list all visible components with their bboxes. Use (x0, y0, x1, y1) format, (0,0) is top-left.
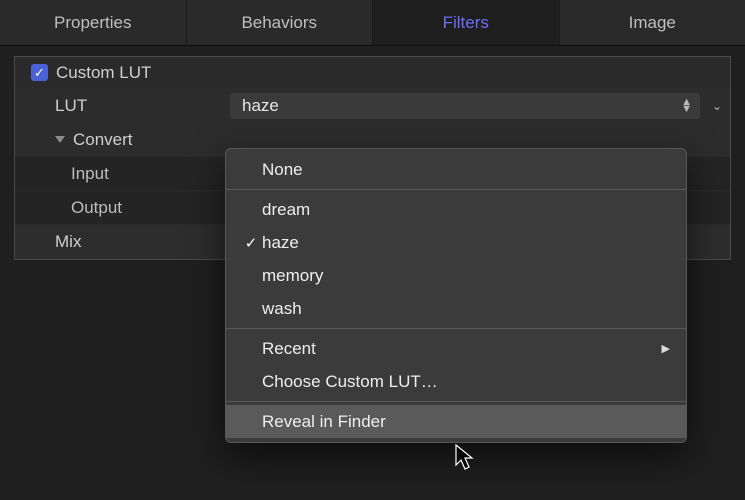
tab-label: Image (629, 13, 676, 33)
menu-item-dream[interactable]: dream (226, 193, 686, 226)
menu-item-label: memory (262, 266, 323, 286)
menu-separator (226, 401, 686, 402)
filter-header-row: ✓ Custom LUT (15, 57, 730, 89)
menu-item-label: Choose Custom LUT… (262, 372, 438, 392)
tab-properties[interactable]: Properties (0, 0, 187, 45)
input-label: Input (71, 164, 109, 184)
menu-item-label: haze (262, 233, 299, 253)
tab-label: Behaviors (241, 13, 317, 33)
lut-dropdown[interactable]: haze ▲▼ (230, 93, 700, 119)
menu-item-recent[interactable]: Recent (226, 332, 686, 365)
tab-label: Properties (54, 13, 131, 33)
tab-image[interactable]: Image (560, 0, 745, 45)
menu-item-label: wash (262, 299, 302, 319)
chevron-down-icon[interactable]: ⌄ (704, 99, 730, 113)
menu-separator (226, 328, 686, 329)
menu-item-label: Recent (262, 339, 316, 359)
tab-behaviors[interactable]: Behaviors (187, 0, 374, 45)
menu-item-haze[interactable]: ✓ haze (226, 226, 686, 259)
cursor-icon (455, 444, 477, 472)
enable-checkbox[interactable]: ✓ (31, 64, 48, 81)
menu-item-none[interactable]: None (226, 153, 686, 186)
menu-item-reveal-in-finder[interactable]: Reveal in Finder (226, 405, 686, 438)
disclosure-down-icon[interactable] (55, 136, 65, 143)
menu-item-choose-lut[interactable]: Choose Custom LUT… (226, 365, 686, 398)
lut-row: LUT haze ▲▼ ⌄ (15, 89, 730, 123)
inspector-tabs: Properties Behaviors Filters Image (0, 0, 745, 46)
tab-label: Filters (443, 13, 489, 33)
menu-item-wash[interactable]: wash (226, 292, 686, 325)
menu-item-label: None (262, 160, 303, 180)
filter-title: Custom LUT (56, 63, 151, 83)
mix-label: Mix (55, 232, 81, 252)
convert-label: Convert (73, 130, 133, 150)
check-icon: ✓ (240, 234, 262, 252)
output-label: Output (71, 198, 122, 218)
tab-filters[interactable]: Filters (373, 0, 560, 45)
menu-item-label: Reveal in Finder (262, 412, 386, 432)
dropdown-arrows-icon: ▲▼ (681, 99, 692, 113)
lut-popup-menu: None dream ✓ haze memory wash Recent Cho… (225, 148, 687, 443)
menu-item-memory[interactable]: memory (226, 259, 686, 292)
lut-dropdown-value: haze (242, 96, 279, 116)
lut-label: LUT (55, 96, 87, 116)
menu-separator (226, 189, 686, 190)
menu-item-label: dream (262, 200, 310, 220)
